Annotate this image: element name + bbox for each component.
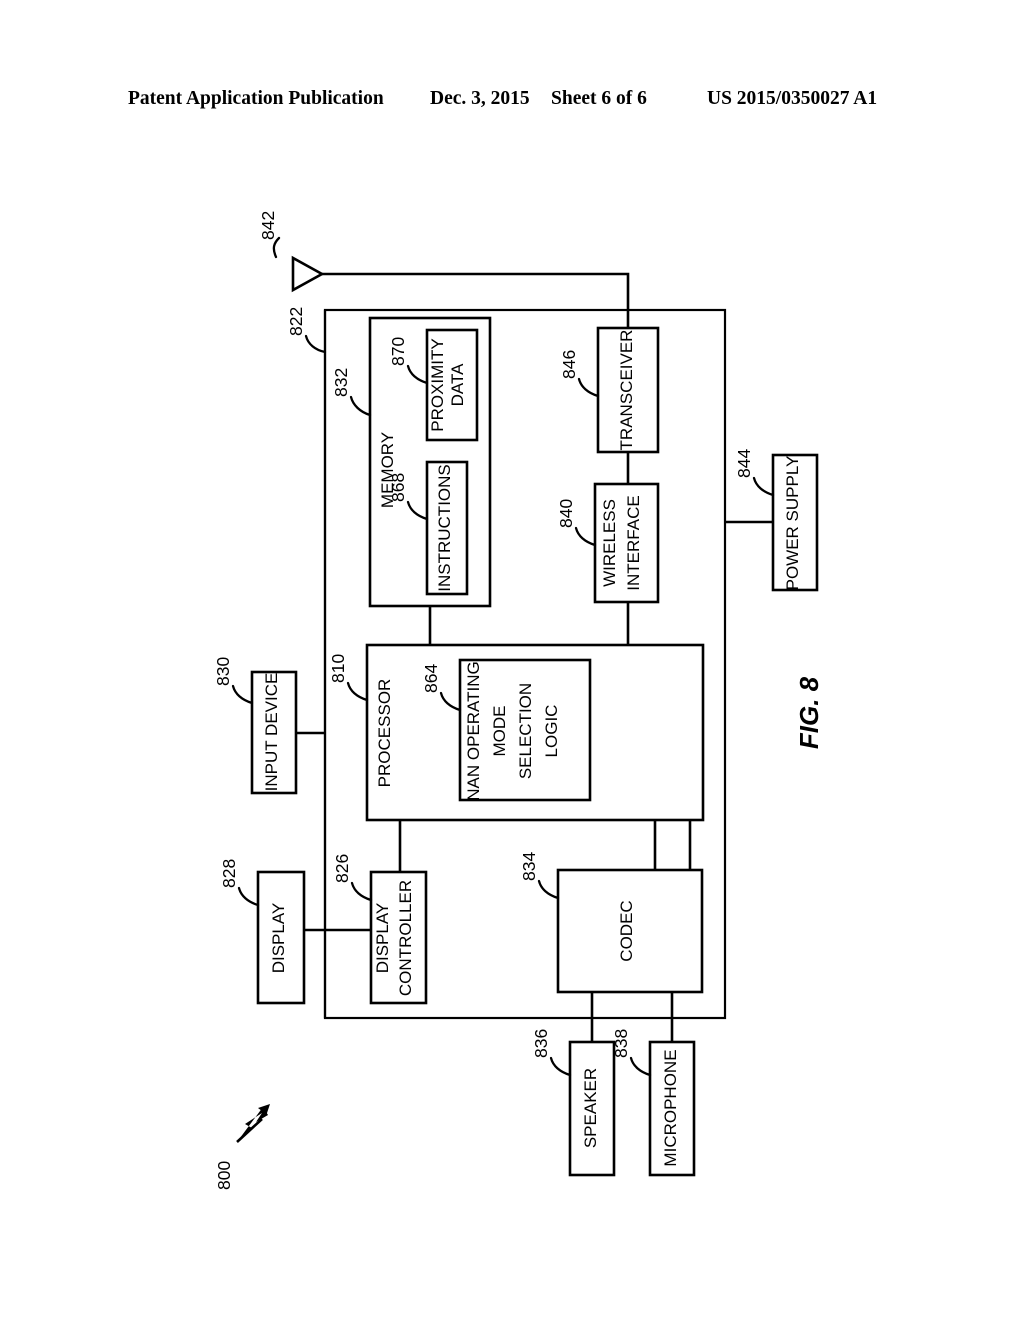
input-device-label: INPUT DEVICE <box>262 673 281 792</box>
ref-844: 844 <box>734 449 754 478</box>
codec-lead <box>537 879 560 900</box>
speaker-label: SPEAKER <box>581 1068 600 1148</box>
display-label: DISPLAY <box>269 903 288 974</box>
ref-868: 868 <box>388 473 408 502</box>
transceiver-label: TRANSCEIVER <box>617 330 636 451</box>
display-lead <box>237 886 260 907</box>
processor-label: PROCESSOR <box>375 679 394 788</box>
instructions-label: INSTRUCTIONS <box>435 464 454 592</box>
ref-840: 840 <box>556 499 576 528</box>
proximity-data-lead <box>406 364 429 385</box>
nan-logic-label-line4: LOGIC <box>542 705 561 758</box>
nan-logic-label-line1: NAN OPERATING <box>464 661 483 800</box>
codec-label: CODEC <box>617 900 636 961</box>
power-supply-label: POWER SUPPLY <box>783 456 802 591</box>
speaker-lead <box>549 1056 572 1077</box>
ref-864: 864 <box>421 664 441 693</box>
ref-846: 846 <box>559 350 579 379</box>
ref-822: 822 <box>286 307 306 336</box>
nan-logic-label-line2: MODE <box>490 706 509 757</box>
wireless-interface-label-line2: INTERFACE <box>624 495 643 590</box>
display-controller-label-line1: DISPLAY <box>373 903 392 974</box>
ref-832: 832 <box>331 368 351 397</box>
ref-838: 838 <box>611 1029 631 1058</box>
display-controller-lead <box>350 881 373 902</box>
proximity-data-label-line2: DATA <box>448 363 467 406</box>
ref-836: 836 <box>531 1029 551 1058</box>
memory-lead <box>349 395 372 417</box>
ref-870: 870 <box>388 337 408 366</box>
proximity-data-label-line1: PROXIMITY <box>428 338 447 432</box>
ref-830: 830 <box>213 657 233 686</box>
ref-828: 828 <box>219 859 239 888</box>
power-supply-lead <box>752 476 775 497</box>
input-device-lead <box>231 684 254 705</box>
ref-826: 826 <box>332 854 352 883</box>
ref-834: 834 <box>519 852 539 881</box>
figure-8-block-diagram: 842 822 MEMORY 832 PROXIMITY DATA 870 IN… <box>213 211 824 1190</box>
processor-lead <box>346 681 369 702</box>
processor-box <box>365 643 705 822</box>
microphone-label: MICROPHONE <box>661 1049 680 1166</box>
ref-800: 800 <box>214 1161 234 1190</box>
patent-page: Patent Application Publication Dec. 3, 2… <box>0 0 1024 1320</box>
system-ref-arrow <box>236 1104 270 1143</box>
ref-810: 810 <box>328 654 348 683</box>
transceiver-lead <box>577 377 600 398</box>
wireless-interface-lead <box>574 526 597 547</box>
wireless-interface-label-line1: WIRELESS <box>600 499 619 587</box>
display-controller-label-line2: CONTROLLER <box>396 880 415 996</box>
nan-logic-label-line3: SELECTION <box>516 683 535 779</box>
microphone-lead <box>629 1056 652 1077</box>
instructions-lead <box>406 500 429 521</box>
figure-label: FIG. 8 <box>794 676 824 749</box>
device-boundary-lead <box>304 334 327 354</box>
ref-842: 842 <box>258 211 278 240</box>
nan-logic-lead <box>439 691 462 712</box>
